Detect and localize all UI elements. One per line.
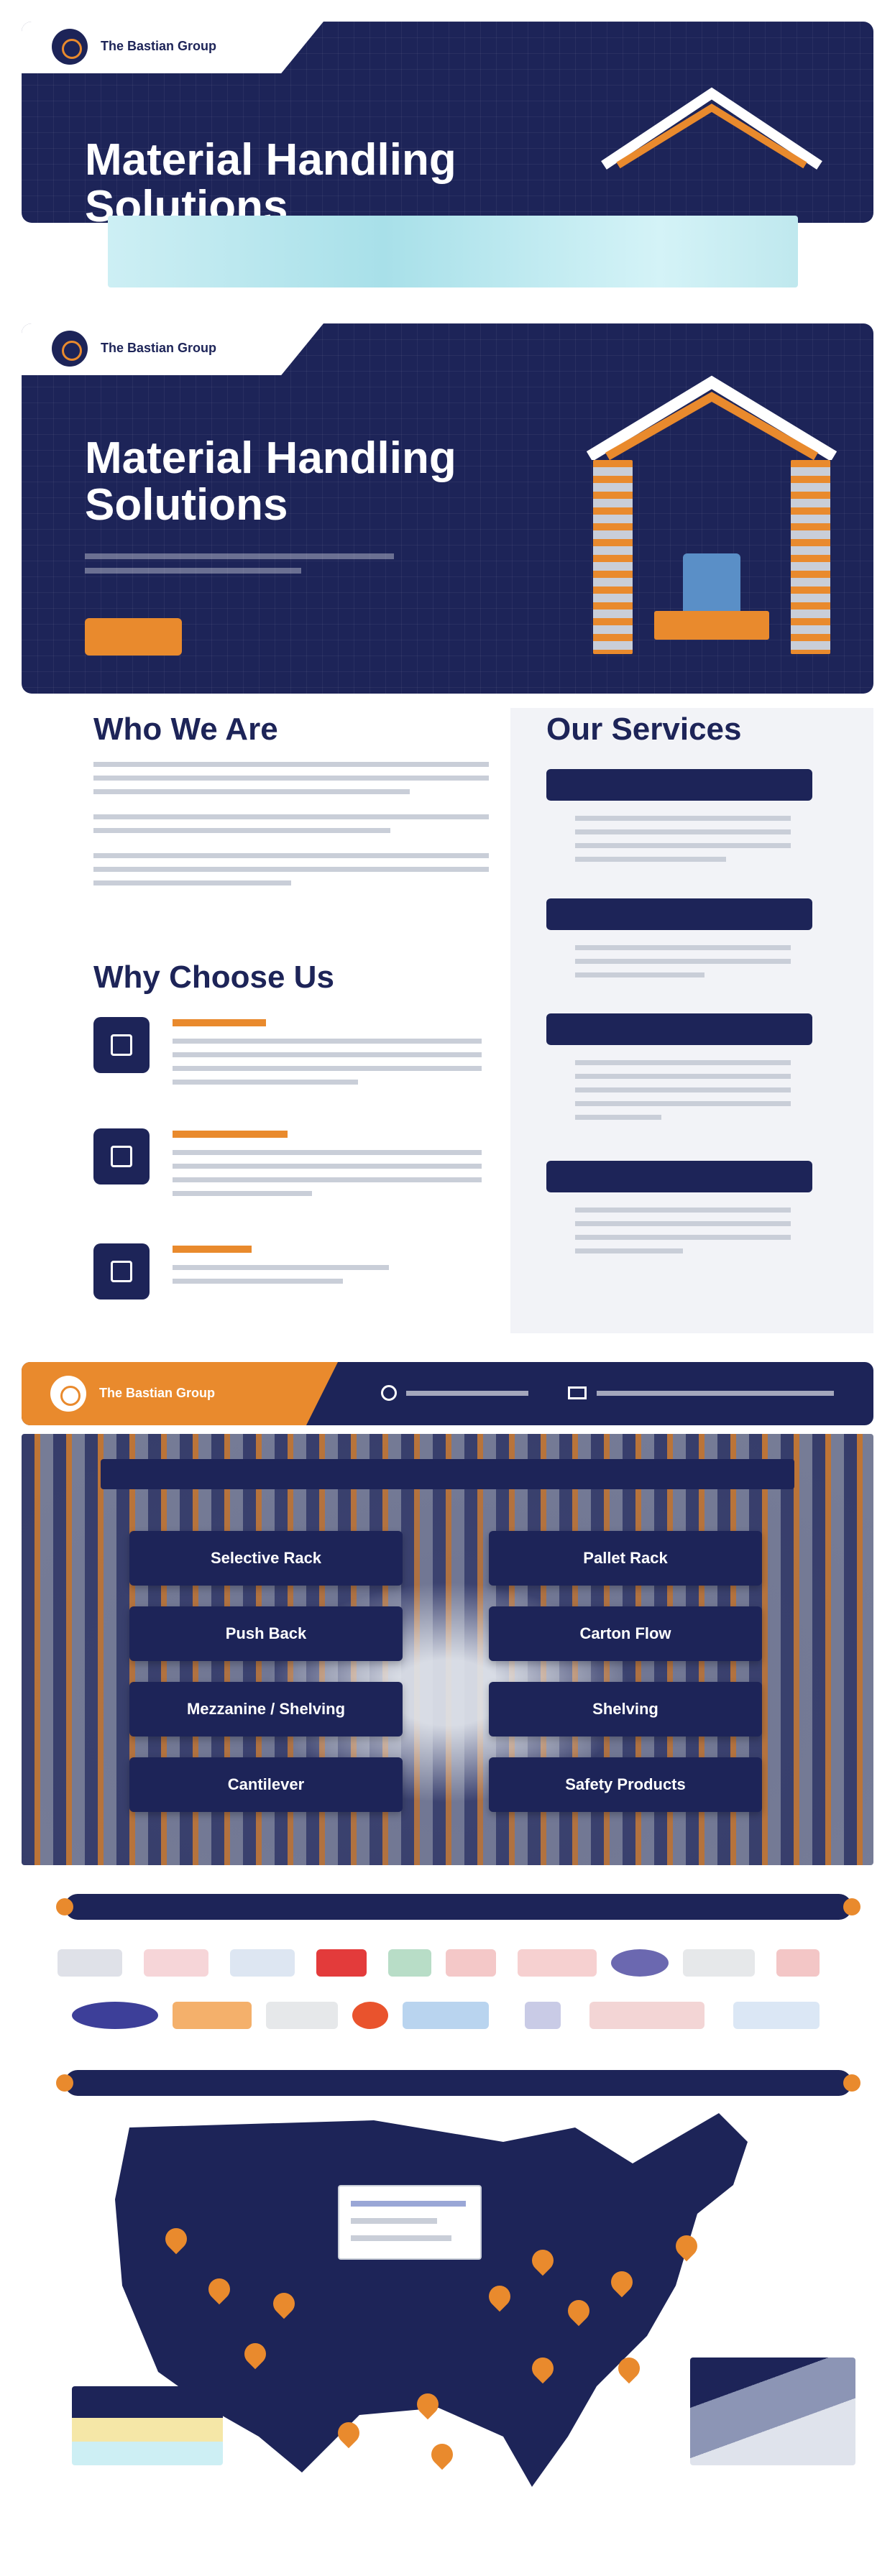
equipment-heading-bar [101, 1459, 794, 1489]
client-logo-12 [173, 2002, 252, 2029]
company-logo-icon [52, 331, 88, 367]
facility-photo-left [72, 2386, 223, 2465]
client-logo-3 [230, 1949, 295, 1977]
warehouse-shelf-right [791, 460, 830, 654]
why-item-1-lines [173, 1039, 482, 1085]
facility-photo-right [690, 2358, 855, 2465]
service-list-2 [575, 945, 791, 978]
company-logo-icon [50, 1376, 86, 1412]
client-logo-14 [352, 2002, 388, 2029]
hero-cta-button[interactable] [85, 618, 182, 656]
clients-heading-bar [56, 1894, 860, 1920]
equipment-item-push-back[interactable]: Push Back [129, 1606, 403, 1661]
warehouse-illustration [575, 79, 848, 223]
why-choose-us-heading: Why Choose Us [93, 960, 334, 995]
hero-subtitle-lines [85, 553, 394, 574]
company-logo-text: The Bastian Group [99, 1386, 216, 1400]
equipment-item-carton-flow[interactable]: Carton Flow [489, 1606, 762, 1661]
client-logo-1 [58, 1949, 122, 1977]
service-header-4 [546, 1161, 812, 1192]
service-list-4 [575, 1208, 791, 1254]
warehouse-illustration [575, 374, 848, 676]
locations-heading-bar [56, 2070, 860, 2096]
support-icon [93, 1243, 150, 1300]
logo-tab: The Bastian Group [22, 323, 323, 375]
client-logo-10 [776, 1949, 820, 1977]
equipment-item-cantilever[interactable]: Cantilever [129, 1757, 403, 1812]
phone-line[interactable] [406, 1391, 528, 1396]
client-logo-9 [683, 1949, 755, 1977]
company-logo-text: The Bastian Group [101, 341, 217, 355]
email-icon[interactable] [568, 1386, 587, 1399]
hero-banner-top: The Bastian Group Material Handling Solu… [22, 22, 873, 223]
email-line[interactable] [597, 1391, 834, 1396]
company-logo-icon [52, 29, 88, 65]
client-logo-2 [144, 1949, 208, 1977]
why-item-2-lines [173, 1150, 482, 1196]
equipment-item-safety-products[interactable]: Safety Products [489, 1757, 762, 1812]
equipment-item-pallet-rack[interactable]: Pallet Rack [489, 1531, 762, 1586]
client-logo-8 [611, 1949, 669, 1977]
experience-icon [93, 1017, 150, 1073]
service-header-3 [546, 1013, 812, 1045]
client-logo-5 [388, 1949, 431, 1977]
why-item-3-title-line [173, 1246, 252, 1253]
who-we-are-heading: Who We Are [93, 712, 278, 747]
contact-bar: The Bastian Group [22, 1362, 873, 1425]
services-heading: Our Services [546, 712, 742, 747]
service-list-1 [575, 816, 791, 862]
client-logo-18 [733, 2002, 820, 2029]
quality-icon [93, 1128, 150, 1184]
map-strip-graphic [108, 216, 798, 288]
hero-banner: The Bastian Group Material Handling Solu… [22, 323, 873, 694]
client-logo-7 [518, 1949, 597, 1977]
hero-title: Material Handling Solutions [85, 433, 456, 530]
logo-tab: The Bastian Group [22, 22, 323, 73]
contact-logo-tab: The Bastian Group [22, 1362, 338, 1425]
equipment-item-selective-rack[interactable]: Selective Rack [129, 1531, 403, 1586]
phone-icon[interactable] [381, 1385, 397, 1401]
pallet-icon [654, 611, 769, 640]
who-we-are-lines [93, 762, 489, 886]
warehouse-roof-icon [586, 375, 837, 461]
client-logo-17 [589, 2002, 704, 2029]
equipment-item-shelving[interactable]: Shelving [489, 1682, 762, 1736]
why-item-1-title-line [173, 1019, 266, 1026]
service-list-3 [575, 1060, 791, 1120]
hero-title: Material Handling Solutions [85, 135, 456, 223]
client-logo-6 [446, 1949, 496, 1977]
service-header-2 [546, 898, 812, 930]
why-item-2-title-line [173, 1131, 288, 1138]
client-logo-4 [316, 1949, 367, 1977]
company-logo-text: The Bastian Group [101, 39, 217, 53]
service-header-1 [546, 769, 812, 801]
warehouse-shelf-left [593, 460, 633, 654]
warehouse-roof-icon [601, 87, 822, 170]
client-logo-13 [266, 2002, 338, 2029]
why-item-3-lines [173, 1265, 482, 1284]
client-logo-16 [525, 2002, 561, 2029]
equipment-item-mezzanine[interactable]: Mezzanine / Shelving [129, 1682, 403, 1736]
client-logo-11 [72, 2002, 158, 2029]
map-legend [338, 2185, 482, 2260]
client-logo-15 [403, 2002, 489, 2029]
forklift-icon [683, 553, 740, 618]
